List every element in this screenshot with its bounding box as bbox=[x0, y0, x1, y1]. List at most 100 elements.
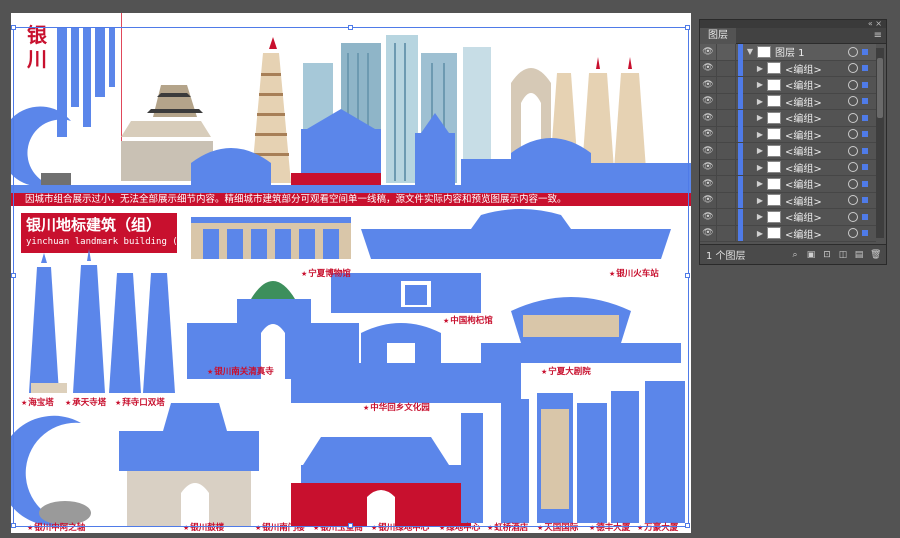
trash-icon[interactable]: 🗑 bbox=[870, 250, 881, 260]
expand-arrow-icon[interactable]: ▶ bbox=[753, 113, 767, 122]
layer-row-group[interactable]: 👁 ▶ <编组> bbox=[700, 142, 876, 160]
layer-row-group[interactable]: 👁 ▶ <编组> bbox=[700, 93, 876, 110]
expand-arrow-icon[interactable]: ▶ bbox=[753, 179, 767, 188]
artboard[interactable]: 银川 因城市组合展示过小，无法全部展示细节内容。精细城市建筑部分可观看空间单一线… bbox=[11, 13, 691, 533]
collapse-panel-button[interactable]: « × bbox=[868, 19, 882, 28]
expand-arrow-icon[interactable]: ▶ bbox=[753, 196, 767, 205]
visibility-eye-icon[interactable]: 👁 bbox=[700, 63, 716, 73]
selection-indicator[interactable] bbox=[862, 98, 868, 105]
selection-indicator[interactable] bbox=[862, 81, 868, 88]
visibility-eye-icon[interactable]: 👁 bbox=[700, 146, 716, 156]
visibility-eye-icon[interactable]: 👁 bbox=[700, 179, 716, 189]
group-name[interactable]: <编组> bbox=[785, 127, 848, 142]
lock-toggle[interactable] bbox=[716, 93, 736, 110]
lock-toggle[interactable] bbox=[716, 60, 736, 77]
locate-object-icon[interactable]: ⌕ bbox=[790, 250, 800, 260]
target-circle-icon[interactable] bbox=[848, 79, 858, 90]
resize-handle-bl[interactable] bbox=[11, 523, 16, 528]
target-circle-icon[interactable] bbox=[848, 145, 858, 156]
resize-handle-tl[interactable] bbox=[11, 25, 16, 30]
lock-toggle[interactable] bbox=[716, 142, 736, 159]
target-circle-icon[interactable] bbox=[848, 228, 858, 239]
group-name[interactable]: <编组> bbox=[785, 110, 848, 125]
selection-indicator[interactable] bbox=[862, 180, 868, 187]
lock-toggle[interactable] bbox=[716, 225, 736, 242]
layer-row-group[interactable]: 👁 ▶ <编组> bbox=[700, 192, 876, 209]
target-circle-icon[interactable] bbox=[848, 63, 858, 74]
group-name[interactable]: <编组> bbox=[785, 176, 848, 191]
selection-indicator[interactable] bbox=[862, 48, 868, 55]
group-name[interactable]: <编组> bbox=[785, 226, 848, 241]
target-circle-icon[interactable] bbox=[848, 211, 858, 222]
layer-row-group[interactable]: 👁 ▶ <编组> bbox=[700, 175, 876, 193]
selection-indicator[interactable] bbox=[862, 197, 868, 204]
target-circle-icon[interactable] bbox=[848, 178, 858, 189]
resize-handle-mr[interactable] bbox=[685, 273, 690, 278]
layer-row-group[interactable]: 👁 ▶ <编组> bbox=[700, 225, 876, 242]
selection-indicator[interactable] bbox=[862, 65, 868, 72]
visibility-eye-icon[interactable]: 👁 bbox=[700, 80, 716, 90]
target-circle-icon[interactable] bbox=[848, 162, 858, 173]
expand-arrow-icon[interactable]: ▶ bbox=[753, 146, 767, 155]
lock-toggle[interactable] bbox=[716, 159, 736, 176]
lock-toggle[interactable] bbox=[716, 208, 736, 225]
target-circle-icon[interactable] bbox=[848, 129, 858, 140]
resize-handle-bc[interactable] bbox=[348, 523, 353, 528]
resize-handle-ml[interactable] bbox=[11, 273, 16, 278]
clipping-mask-icon[interactable]: ▣ bbox=[806, 250, 816, 260]
layer-row-group[interactable]: 👁 ▶ <编组> bbox=[700, 76, 876, 94]
target-circle-icon[interactable] bbox=[848, 112, 858, 123]
target-circle-icon[interactable] bbox=[848, 195, 858, 206]
new-sublayer-icon[interactable]: ⊡ bbox=[822, 250, 832, 260]
resize-handle-br[interactable] bbox=[685, 523, 690, 528]
target-circle-icon[interactable] bbox=[848, 96, 858, 107]
group-name[interactable]: <编组> bbox=[785, 94, 848, 109]
expand-arrow-icon[interactable]: ▶ bbox=[753, 212, 767, 221]
visibility-eye-icon[interactable]: 👁 bbox=[700, 113, 716, 123]
lock-toggle[interactable] bbox=[716, 192, 736, 209]
visibility-eye-icon[interactable]: 👁 bbox=[700, 212, 716, 222]
layer-row-group[interactable]: 👁 ▶ <编组> bbox=[700, 60, 876, 77]
group-name[interactable]: <编组> bbox=[785, 143, 848, 158]
layer-row-group[interactable]: 👁 ▶ <编组> bbox=[700, 208, 876, 226]
expand-arrow-icon[interactable]: ▶ bbox=[753, 229, 767, 238]
selection-indicator[interactable] bbox=[862, 114, 868, 121]
expand-arrow-icon[interactable]: ▶ bbox=[753, 163, 767, 172]
selection-indicator[interactable] bbox=[862, 213, 868, 220]
expand-arrow-icon[interactable]: ▶ bbox=[753, 130, 767, 139]
resize-handle-tc[interactable] bbox=[348, 25, 353, 30]
resize-handle-tr[interactable] bbox=[685, 25, 690, 30]
selection-indicator[interactable] bbox=[862, 230, 868, 237]
layer-name[interactable]: 图层 1 bbox=[775, 44, 848, 59]
lock-toggle[interactable] bbox=[716, 109, 736, 126]
layer-row-group[interactable]: 👁 ▶ <编组> bbox=[700, 159, 876, 176]
layers-scrollbar[interactable] bbox=[876, 48, 884, 238]
visibility-eye-icon[interactable]: 👁 bbox=[700, 228, 716, 238]
expand-arrow-icon[interactable]: ▶ bbox=[753, 97, 767, 106]
scrollbar-thumb[interactable] bbox=[877, 58, 883, 118]
layer-row-parent[interactable]: 👁 ▼ 图层 1 bbox=[700, 44, 876, 61]
selection-indicator[interactable] bbox=[862, 131, 868, 138]
lock-toggle[interactable] bbox=[716, 44, 736, 60]
expand-arrow-icon[interactable]: ▶ bbox=[753, 64, 767, 73]
visibility-eye-icon[interactable]: 👁 bbox=[700, 162, 716, 172]
visibility-eye-icon[interactable]: 👁 bbox=[700, 47, 716, 57]
lock-toggle[interactable] bbox=[716, 175, 736, 192]
target-circle-icon[interactable] bbox=[848, 46, 858, 57]
group-name[interactable]: <编组> bbox=[785, 209, 848, 224]
layer-row-group[interactable]: 👁 ▶ <编组> bbox=[700, 126, 876, 143]
visibility-eye-icon[interactable]: 👁 bbox=[700, 96, 716, 106]
layer-options-icon[interactable]: ▤ bbox=[854, 250, 864, 260]
group-name[interactable]: <编组> bbox=[785, 160, 848, 175]
group-name[interactable]: <编组> bbox=[785, 77, 848, 92]
collapse-arrow-icon[interactable]: ▼ bbox=[743, 47, 757, 56]
selection-indicator[interactable] bbox=[862, 147, 868, 154]
panel-menu-icon[interactable]: ≡ bbox=[874, 30, 886, 41]
selection-indicator[interactable] bbox=[862, 164, 868, 171]
lock-toggle[interactable] bbox=[716, 76, 736, 93]
visibility-eye-icon[interactable]: 👁 bbox=[700, 129, 716, 139]
expand-arrow-icon[interactable]: ▶ bbox=[753, 80, 767, 89]
group-name[interactable]: <编组> bbox=[785, 61, 848, 76]
selection-bounding-box[interactable] bbox=[13, 27, 689, 527]
lock-toggle[interactable] bbox=[716, 126, 736, 143]
